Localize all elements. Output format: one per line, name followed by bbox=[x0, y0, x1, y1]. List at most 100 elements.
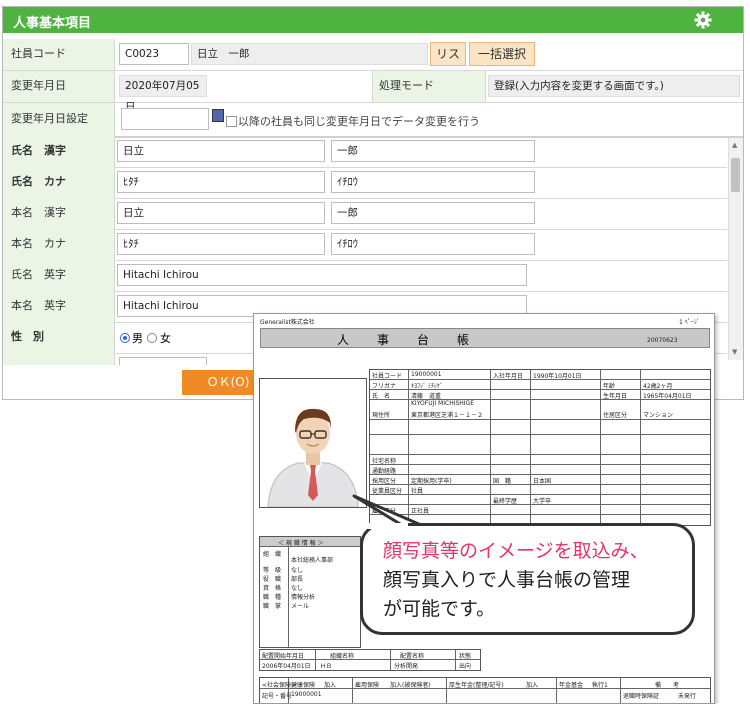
ins-fund-status: 執行1 bbox=[592, 682, 608, 689]
ledger-position-label: 役 職 bbox=[263, 576, 282, 583]
gear-icon[interactable] bbox=[694, 11, 712, 29]
change-date-setting-label: 変更年月日設定 bbox=[3, 103, 115, 136]
name-kana-first-input[interactable]: ｲﾁﾛｳ bbox=[331, 171, 535, 193]
assignment-name: 分析開発 bbox=[394, 663, 419, 670]
vertical-scrollbar[interactable]: ▲ ▼ bbox=[728, 138, 743, 360]
assignment-name-header: 配置名称 bbox=[400, 653, 425, 660]
assignment-org-header: 組織名称 bbox=[330, 653, 355, 660]
real-name-english-label: 本名 英字 bbox=[3, 291, 115, 322]
ledger-address-label: 現住所 bbox=[372, 412, 391, 419]
ledger-history-grid: ＜ 現 職 情 報 ＞ 組 織 本社総務人事部 等 級 なし 役 職 部長 資 … bbox=[259, 536, 361, 648]
gender-female-radio[interactable] bbox=[147, 333, 157, 343]
name-kanji-row: 氏名 漢字 日立 一郎 bbox=[3, 136, 727, 168]
ledger-insurance-table: <社会保険> 健康保険 加入 雇用保険 加入(被保険者) 厚生年金(整理/記号)… bbox=[259, 677, 711, 703]
partial-row-input[interactable] bbox=[119, 357, 207, 365]
ledger-job-type-label: 職 種 bbox=[263, 594, 282, 601]
gender-male-radio[interactable] bbox=[120, 333, 130, 343]
name-kanji-last-input[interactable]: 日立 bbox=[117, 140, 325, 162]
bulk-select-button[interactable]: 一括選択 bbox=[469, 42, 535, 66]
ledger-duty: メール bbox=[291, 603, 310, 610]
scroll-up-arrow-icon[interactable]: ▲ bbox=[732, 142, 737, 149]
ledger-position: 部長 bbox=[291, 576, 304, 583]
process-mode-label: 処理モード bbox=[372, 71, 486, 102]
ledger-grade-label: 等 級 bbox=[263, 567, 282, 574]
ledger-title-bar: 人 事 台 帳 20070623 bbox=[260, 328, 710, 348]
assignment-org: ＨＢ bbox=[320, 663, 333, 670]
employee-code-input[interactable]: C0023 bbox=[119, 43, 189, 65]
change-date-setting-row: 変更年月日設定 以降の社員も同じ変更年月日でデータ変更を行う bbox=[3, 103, 743, 138]
ins-health-header: 健康保険 bbox=[291, 682, 316, 689]
ledger-page: 1 ﾍﾟｰｼﾞ bbox=[679, 319, 700, 326]
real-name-kana-last-input[interactable]: ﾋﾀﾁ bbox=[117, 233, 325, 255]
ledger-english-name: KIYOFUJI MICHISHIGE bbox=[411, 400, 474, 407]
ledger-job-type: 情報分析 bbox=[291, 594, 316, 601]
ledger-nationality-label: 国 籍 bbox=[493, 478, 512, 485]
employee-name-display: 日立 一郎 bbox=[191, 43, 428, 65]
real-name-kana-row: 本名 カナ ﾋﾀﾁ ｲﾁﾛｳ bbox=[3, 229, 727, 261]
ledger-grade: なし bbox=[291, 567, 304, 574]
real-name-kanji-last-input[interactable]: 日立 bbox=[117, 202, 325, 224]
callout-line-3: が可能です。 bbox=[383, 598, 496, 620]
same-date-checkbox-label: 以降の社員も同じ変更年月日でデータ変更を行う bbox=[238, 115, 480, 128]
ledger-age-label: 年齢 bbox=[603, 383, 616, 390]
ledger-address: 東京都港区芝浦１－１－２ bbox=[411, 412, 484, 419]
scrollbar-thumb[interactable] bbox=[731, 158, 740, 192]
ledger-employee-code: 19000001 bbox=[411, 371, 442, 378]
ledger-assignment-table: 配置開始年月日 組織名称 配置名称 状態 2006年04月01日 ＨＢ 分析開発… bbox=[259, 649, 481, 671]
ins-pension-header: 厚生年金(整理/記号) bbox=[449, 682, 504, 689]
ins-remarks-header: 備 考 bbox=[655, 682, 680, 689]
ledger-birth-label: 生年月日 bbox=[603, 393, 628, 400]
ledger-employee-code-label: 社員コード bbox=[372, 373, 403, 380]
callout-pointer-cover bbox=[365, 523, 408, 529]
gender-female-label: 女 bbox=[160, 332, 171, 345]
name-kana-last-input[interactable]: ﾋﾀﾁ bbox=[117, 171, 325, 193]
assignment-status: 出向 bbox=[459, 663, 472, 670]
change-date-setting-input[interactable] bbox=[121, 108, 209, 130]
change-date-row: 変更年月日 2020年07月05日 処理モード 登録(入力内容を変更する画面です… bbox=[3, 71, 743, 113]
ledger-hire-date-label: 入社年月日 bbox=[493, 373, 524, 380]
assignment-start-header: 配置開始年月日 bbox=[262, 653, 305, 660]
callout-line-2: 顔写真入りで人事台帳の管理 bbox=[383, 569, 631, 591]
name-kana-row: 氏名 カナ ﾋﾀﾁ ｲﾁﾛｳ bbox=[3, 167, 727, 199]
ledger-name: 清藤 道重 bbox=[411, 393, 442, 400]
real-name-kanji-row: 本名 漢字 日立 一郎 bbox=[3, 198, 727, 230]
real-name-kanji-label: 本名 漢字 bbox=[3, 198, 115, 229]
gender-label: 性 別 bbox=[3, 322, 115, 353]
ledger-name-label: 氏 名 bbox=[372, 393, 391, 400]
employee-code-label: 社員コード bbox=[3, 39, 115, 70]
real-name-kana-first-input[interactable]: ｲﾁﾛｳ bbox=[331, 233, 535, 255]
real-name-kanji-first-input[interactable]: 一郎 bbox=[331, 202, 535, 224]
real-name-kana-label: 本名 カナ bbox=[3, 229, 115, 260]
name-kanji-first-input[interactable]: 一郎 bbox=[331, 140, 535, 162]
ins-card-label: 退職時保険証 bbox=[623, 693, 660, 700]
ledger-birth: 1965年04月01日 bbox=[643, 393, 692, 400]
same-date-checkbox[interactable] bbox=[226, 116, 237, 127]
ledger-furigana-label: フリガナ bbox=[372, 383, 397, 390]
ins-health-status: 加入 bbox=[324, 682, 337, 689]
list-button[interactable]: リスト bbox=[430, 42, 466, 84]
ins-pension-status: 加入 bbox=[526, 682, 539, 689]
calendar-icon[interactable] bbox=[212, 109, 224, 122]
employee-code-row: 社員コード C0023 日立 一郎 リスト 一括選択 bbox=[3, 39, 743, 84]
ledger-qualification-label: 資 格 bbox=[263, 585, 282, 592]
panel-title: 人事基本項目 bbox=[13, 16, 92, 31]
ins-card-status: 未発行 bbox=[678, 693, 697, 700]
ledger-company-house-label: 社宅名称 bbox=[372, 458, 397, 465]
name-english-label: 氏名 英字 bbox=[3, 260, 115, 291]
name-english-input[interactable]: Hitachi Ichirou bbox=[117, 264, 527, 286]
ins-fund-header: 年金基金 bbox=[559, 682, 584, 689]
ledger-education-label: 最終学歴 bbox=[493, 498, 518, 505]
ledger-duty-label: 職 掌 bbox=[263, 603, 282, 610]
ledger-org: 本社総務人事部 bbox=[291, 557, 334, 564]
ins-number: 19000001 bbox=[291, 691, 322, 698]
assignment-start: 2006年04月01日 bbox=[262, 663, 311, 670]
ins-employment-status: 加入(被保険者) bbox=[390, 682, 431, 689]
ledger-date: 20070623 bbox=[647, 337, 678, 344]
name-kana-label: 氏名 カナ bbox=[3, 167, 115, 198]
ledger-nationality: 日本国 bbox=[533, 478, 552, 485]
ledger-title: 人 事 台 帳 bbox=[337, 333, 478, 347]
ledger-hire-date: 1990年10月01日 bbox=[533, 373, 582, 380]
scroll-down-arrow-icon[interactable]: ▼ bbox=[732, 349, 737, 356]
ledger-education: 大学卒 bbox=[533, 498, 552, 505]
assignment-status-header: 状態 bbox=[459, 653, 472, 660]
